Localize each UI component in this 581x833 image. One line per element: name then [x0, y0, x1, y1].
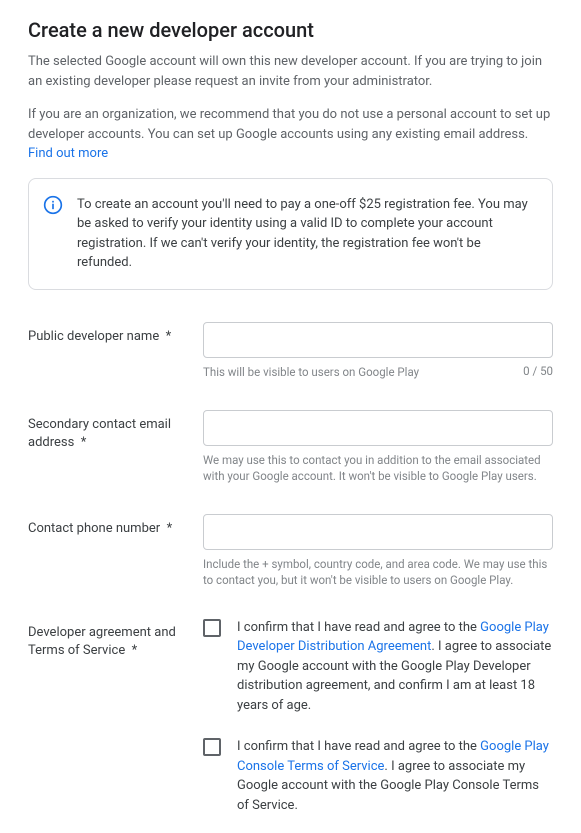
agreement-row-tos: I confirm that I have read and agree to …	[203, 737, 553, 815]
checkbox-console-tos[interactable]	[203, 738, 221, 756]
registration-fee-info-box: To create an account you'll need to pay …	[28, 178, 553, 290]
intro-paragraph-1: The selected Google account will own thi…	[28, 52, 553, 91]
check2-prefix: I confirm that I have read and agree to …	[237, 739, 480, 754]
developer-name-counter: 0 / 50	[523, 364, 553, 380]
row-agreements: Developer agreement and Terms of Service…	[28, 618, 553, 816]
developer-name-helper: This will be visible to users on Google …	[203, 364, 513, 380]
developer-name-input[interactable]	[203, 322, 553, 358]
check1-prefix: I confirm that I have read and agree to …	[237, 620, 480, 635]
label-secondary-email: Secondary contact email address *	[28, 410, 203, 452]
checkbox-distribution-agreement[interactable]	[203, 619, 221, 637]
label-developer-name: Public developer name *	[28, 322, 203, 346]
label-agreements: Developer agreement and Terms of Service…	[28, 618, 203, 660]
row-developer-name: Public developer name * This will be vis…	[28, 322, 553, 380]
phone-input[interactable]	[203, 514, 553, 550]
label-phone: Contact phone number *	[28, 514, 203, 538]
find-out-more-link[interactable]: Find out more	[28, 146, 108, 161]
row-phone: Contact phone number * Include the + sym…	[28, 514, 553, 588]
secondary-email-input[interactable]	[203, 410, 553, 446]
info-icon	[43, 195, 63, 215]
distribution-agreement-text: I confirm that I have read and agree to …	[237, 618, 553, 716]
row-secondary-email: Secondary contact email address * We may…	[28, 410, 553, 484]
console-tos-text: I confirm that I have read and agree to …	[237, 737, 553, 815]
intro-2-text: If you are an organization, we recommend…	[28, 107, 550, 142]
secondary-email-helper: We may use this to contact you in additi…	[203, 452, 553, 484]
phone-helper: Include the + symbol, country code, and …	[203, 556, 553, 588]
page-title: Create a new developer account	[28, 18, 553, 42]
info-box-text: To create an account you'll need to pay …	[77, 195, 536, 273]
agreement-row-distribution: I confirm that I have read and agree to …	[203, 618, 553, 716]
intro-paragraph-2: If you are an organization, we recommend…	[28, 105, 553, 164]
